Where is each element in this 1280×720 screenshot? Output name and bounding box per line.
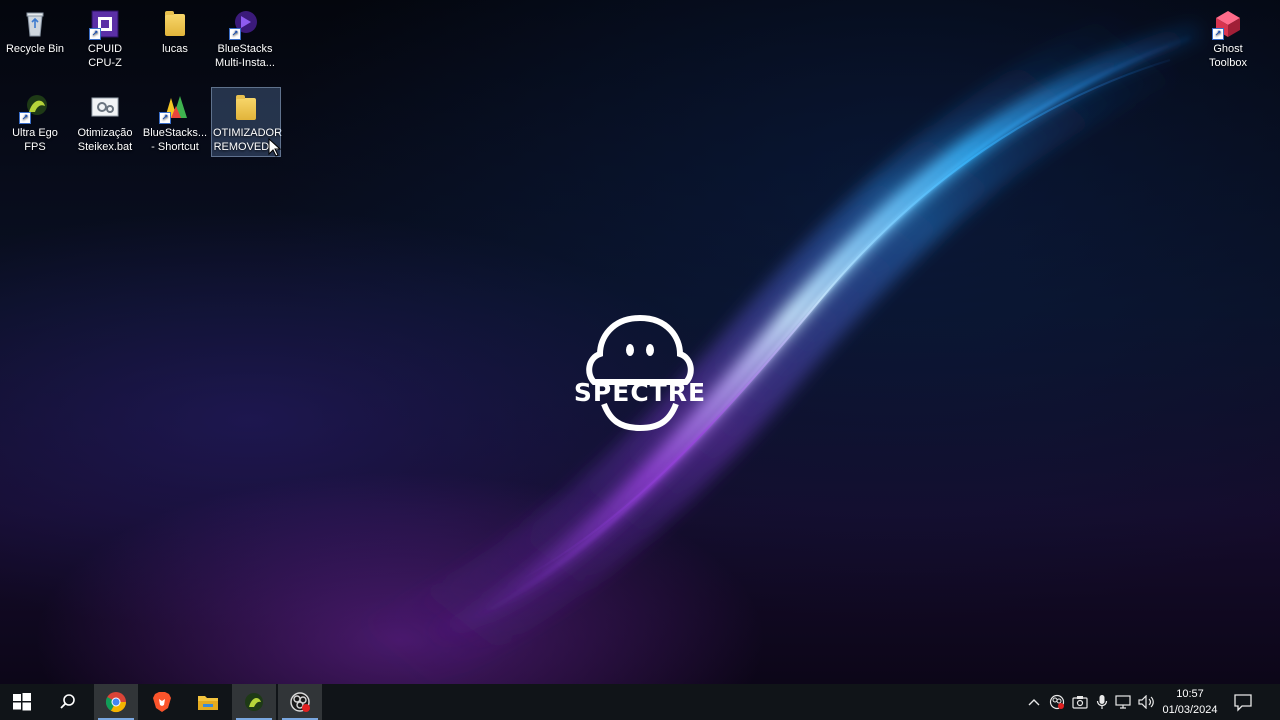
desktop-icon-recycle-bin[interactable]: Recycle Bin xyxy=(1,4,69,58)
desktop[interactable]: Recycle Bin ↗ CPUID CPU-Z lucas ↗ BlueSt… xyxy=(0,0,1280,684)
chrome-icon xyxy=(105,692,127,713)
desktop-icon-bluestacks-multi-instance[interactable]: ↗ BlueStacks Multi-Insta... xyxy=(211,4,279,72)
desktop-icon-label: Recycle Bin xyxy=(5,43,65,55)
obs-tray-icon xyxy=(1049,694,1065,710)
obs-icon xyxy=(290,692,310,712)
recycle-bin-icon xyxy=(19,8,51,40)
bluestacks-multi-instance-icon: ↗ xyxy=(229,8,261,40)
shortcut-arrow-icon: ↗ xyxy=(1212,28,1224,40)
brave-icon xyxy=(153,692,171,712)
tray-capture[interactable] xyxy=(1070,692,1090,712)
shortcut-arrow-icon: ↗ xyxy=(159,112,171,124)
desktop-icon-lucas[interactable]: lucas xyxy=(141,4,209,58)
folder-icon xyxy=(230,92,262,124)
desktop-icon-label: Ultra Ego FPS xyxy=(12,127,58,153)
desktop-icon-otimizacao-bat[interactable]: Otimização Steikex.bat xyxy=(71,88,139,156)
taskbar-app-obs[interactable] xyxy=(278,684,322,720)
cpu-z-icon: ↗ xyxy=(89,8,121,40)
desktop-icon-ghost-toolbox[interactable]: ↗ Ghost Toolbox xyxy=(1194,4,1262,72)
desktop-icon-label: lucas xyxy=(162,43,188,55)
desktop-icon-ultra-ego-fps[interactable]: ↗ Ultra Ego FPS xyxy=(1,88,69,156)
taskbar: 10:57 01/03/2024 xyxy=(0,684,1280,720)
volume-icon xyxy=(1138,695,1154,709)
mouse-cursor-icon xyxy=(268,138,282,157)
ghost-toolbox-icon: ↗ xyxy=(1212,8,1244,40)
windows-start-icon xyxy=(13,693,31,711)
taskbar-app-file-explorer[interactable] xyxy=(186,684,230,720)
shortcut-arrow-icon: ↗ xyxy=(229,28,241,40)
capture-icon xyxy=(1072,696,1088,709)
ultra-ego-fps-icon xyxy=(245,693,263,711)
ultra-ego-fps-icon: ↗ xyxy=(19,92,51,124)
taskbar-app-ultra-ego-fps[interactable] xyxy=(232,684,276,720)
notification-center-button[interactable] xyxy=(1230,690,1256,714)
clock-time: 10:57 xyxy=(1176,688,1204,700)
desktop-icon-cpu-z[interactable]: ↗ CPUID CPU-Z xyxy=(71,4,139,72)
wallpaper-logo: SPECTRE xyxy=(560,314,720,434)
file-explorer-icon xyxy=(198,696,218,710)
search-button[interactable] xyxy=(46,684,90,720)
clock-date: 01/03/2024 xyxy=(1162,704,1218,716)
show-hidden-icons-button[interactable] xyxy=(1024,692,1044,712)
shortcut-arrow-icon: ↗ xyxy=(19,112,31,124)
desktop-icon-bluestacks-shortcut[interactable]: ↗ BlueStacks... - Shortcut xyxy=(141,88,209,156)
microphone-icon xyxy=(1096,695,1108,709)
notification-icon xyxy=(1234,694,1252,712)
taskbar-clock[interactable]: 10:57 01/03/2024 xyxy=(1156,686,1224,718)
desktop-icon-label: Ghost Toolbox xyxy=(1209,43,1247,69)
bluestacks-icon: ↗ xyxy=(159,92,191,124)
desktop-icon-label: Otimização Steikex.bat xyxy=(77,127,133,153)
spectre-logo-text: SPECTRE xyxy=(573,378,707,407)
chevron-up-icon xyxy=(1028,699,1040,706)
tray-obs[interactable] xyxy=(1047,692,1067,712)
shortcut-arrow-icon: ↗ xyxy=(89,28,101,40)
search-icon xyxy=(60,694,75,709)
ghost-logo-icon xyxy=(586,314,694,432)
batch-file-icon xyxy=(89,92,121,124)
desktop-icon-label: BlueStacks Multi-Insta... xyxy=(215,43,275,69)
taskbar-app-chrome[interactable] xyxy=(94,684,138,720)
folder-icon xyxy=(159,8,191,40)
tray-volume[interactable] xyxy=(1137,692,1157,712)
tray-microphone[interactable] xyxy=(1092,692,1112,712)
network-icon xyxy=(1115,695,1131,709)
tray-network[interactable] xyxy=(1114,692,1134,712)
taskbar-app-brave[interactable] xyxy=(140,684,184,720)
desktop-icon-label: BlueStacks... - Shortcut xyxy=(142,127,208,153)
desktop-icon-label: CPUID CPU-Z xyxy=(87,43,123,69)
start-button[interactable] xyxy=(0,684,44,720)
